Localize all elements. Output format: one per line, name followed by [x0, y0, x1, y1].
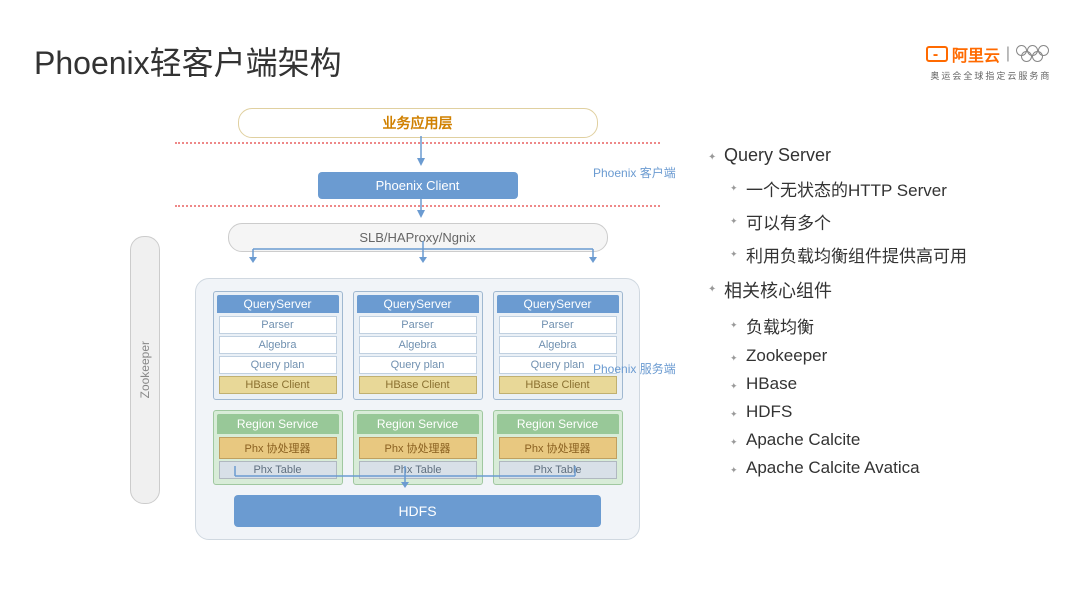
- server-label: Phoenix 服务端: [593, 360, 676, 377]
- bullet: 利用负载均衡组件提供高可用: [730, 242, 1048, 267]
- bullet: HDFS: [730, 402, 1048, 422]
- aliyun-icon: [926, 46, 948, 62]
- bullet: 一个无状态的HTTP Server: [730, 176, 1048, 201]
- bullet: Apache Calcite Avatica: [730, 458, 1048, 478]
- query-server-box: QueryServer Parser Algebra Query plan HB…: [213, 291, 343, 400]
- query-server-box: QueryServer Parser Algebra Query plan HB…: [493, 291, 623, 400]
- bullet: Apache Calcite: [730, 430, 1048, 450]
- bullet: 相关核心组件: [708, 277, 1048, 303]
- bullet: 可以有多个: [730, 209, 1048, 234]
- app-layer-box: 业务应用层: [238, 108, 598, 138]
- divider: |: [1006, 45, 1010, 63]
- bullet-list: Query Server 一个无状态的HTTP Server 可以有多个 利用负…: [708, 135, 1048, 486]
- bullet: Query Server: [708, 145, 1048, 166]
- olympic-rings-icon: [1016, 45, 1056, 63]
- server-wrap: QueryServer Parser Algebra Query plan HB…: [195, 278, 640, 540]
- query-server-box: QueryServer Parser Algebra Query plan HB…: [353, 291, 483, 400]
- brand-text: 阿里云: [952, 42, 1000, 66]
- architecture-diagram: 业务应用层 Phoenix Client SLB/HAProxy/Ngnix Q…: [175, 108, 660, 546]
- hdfs-box: HDFS: [234, 495, 601, 527]
- bullet: HBase: [730, 374, 1048, 394]
- client-label: Phoenix 客户端: [593, 164, 676, 181]
- bullet: 负载均衡: [730, 313, 1048, 338]
- brand-tagline: 奥运会全球指定云服务商: [926, 69, 1056, 82]
- brand-logo: 阿里云 | 奥运会全球指定云服务商: [926, 42, 1056, 82]
- bullet: Zookeeper: [730, 346, 1048, 366]
- zookeeper-box: Zookeeper: [130, 236, 160, 504]
- page-title: Phoenix轻客户端架构: [34, 38, 342, 84]
